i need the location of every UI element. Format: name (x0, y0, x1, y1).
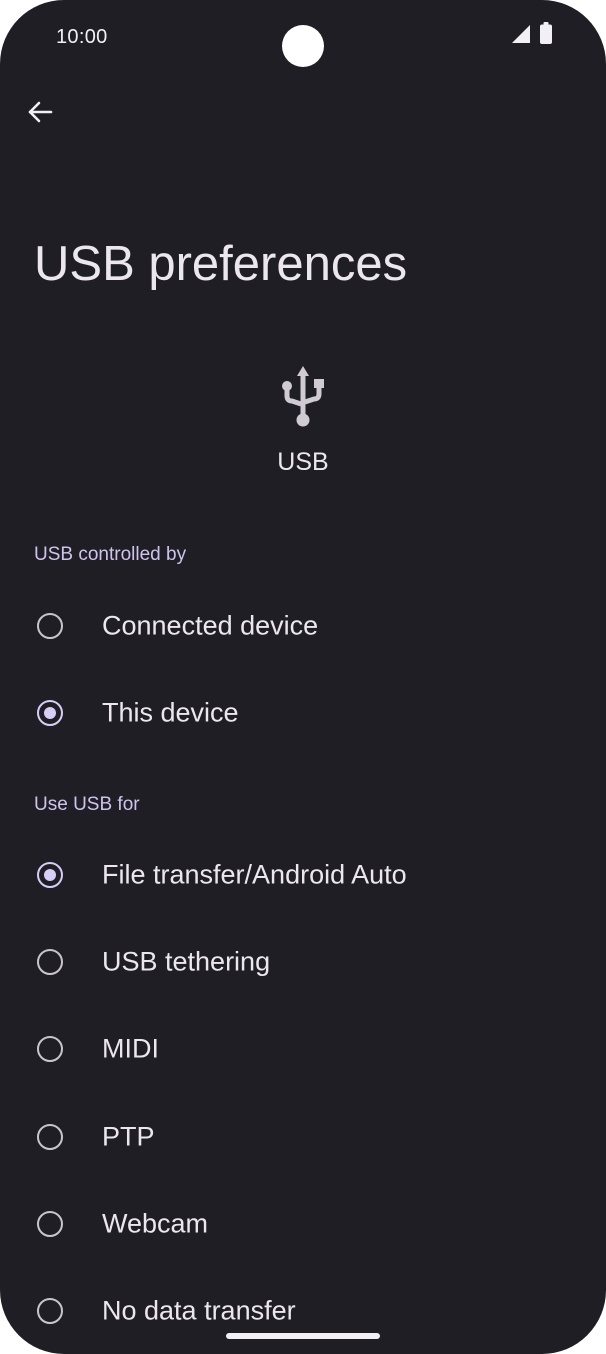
status-bar: 10:00 (0, 0, 606, 76)
back-button[interactable] (22, 96, 58, 132)
status-time: 10:00 (56, 26, 108, 48)
radio-label: File transfer/Android Auto (102, 859, 407, 890)
status-icons (511, 22, 552, 49)
radio-button-checked[interactable] (37, 700, 63, 726)
radio-option-usb-tethering[interactable]: USB tethering (0, 922, 606, 1002)
radio-button[interactable] (37, 1036, 63, 1062)
radio-option-no-data-transfer[interactable]: No data transfer (0, 1271, 606, 1351)
radio-button[interactable] (37, 1211, 63, 1237)
radio-button[interactable] (37, 1298, 63, 1324)
home-indicator[interactable] (226, 1333, 380, 1339)
signal-icon (511, 24, 531, 49)
arrow-left-icon (27, 99, 53, 130)
radio-option-midi[interactable]: MIDI (0, 1009, 606, 1089)
page-title: USB preferences (34, 237, 408, 291)
radio-label: Connected device (102, 610, 319, 641)
radio-option-ptp[interactable]: PTP (0, 1097, 606, 1177)
section-header-use-usb-for: Use USB for (34, 794, 140, 815)
section-header-controlled-by: USB controlled by (34, 544, 187, 565)
radio-label: Webcam (102, 1208, 209, 1239)
battery-icon (540, 22, 552, 49)
radio-button[interactable] (37, 949, 63, 975)
radio-option-webcam[interactable]: Webcam (0, 1184, 606, 1264)
radio-label: No data transfer (102, 1295, 296, 1326)
radio-option-this-device[interactable]: This device (0, 673, 606, 753)
front-camera-cutout (282, 25, 324, 67)
radio-button[interactable] (37, 613, 63, 639)
radio-label: This device (102, 697, 239, 728)
radio-option-connected-device[interactable]: Connected device (0, 586, 606, 666)
usb-label: USB (277, 448, 329, 476)
radio-option-file-transfer[interactable]: File transfer/Android Auto (0, 835, 606, 915)
usb-icon (279, 364, 327, 428)
radio-button[interactable] (37, 1124, 63, 1150)
radio-label: USB tethering (102, 946, 271, 977)
radio-button-checked[interactable] (37, 862, 63, 888)
phone-screen: 10:00 USB preferences USB USB controlled… (0, 0, 606, 1354)
radio-label: PTP (102, 1121, 155, 1152)
radio-label: MIDI (102, 1033, 159, 1064)
